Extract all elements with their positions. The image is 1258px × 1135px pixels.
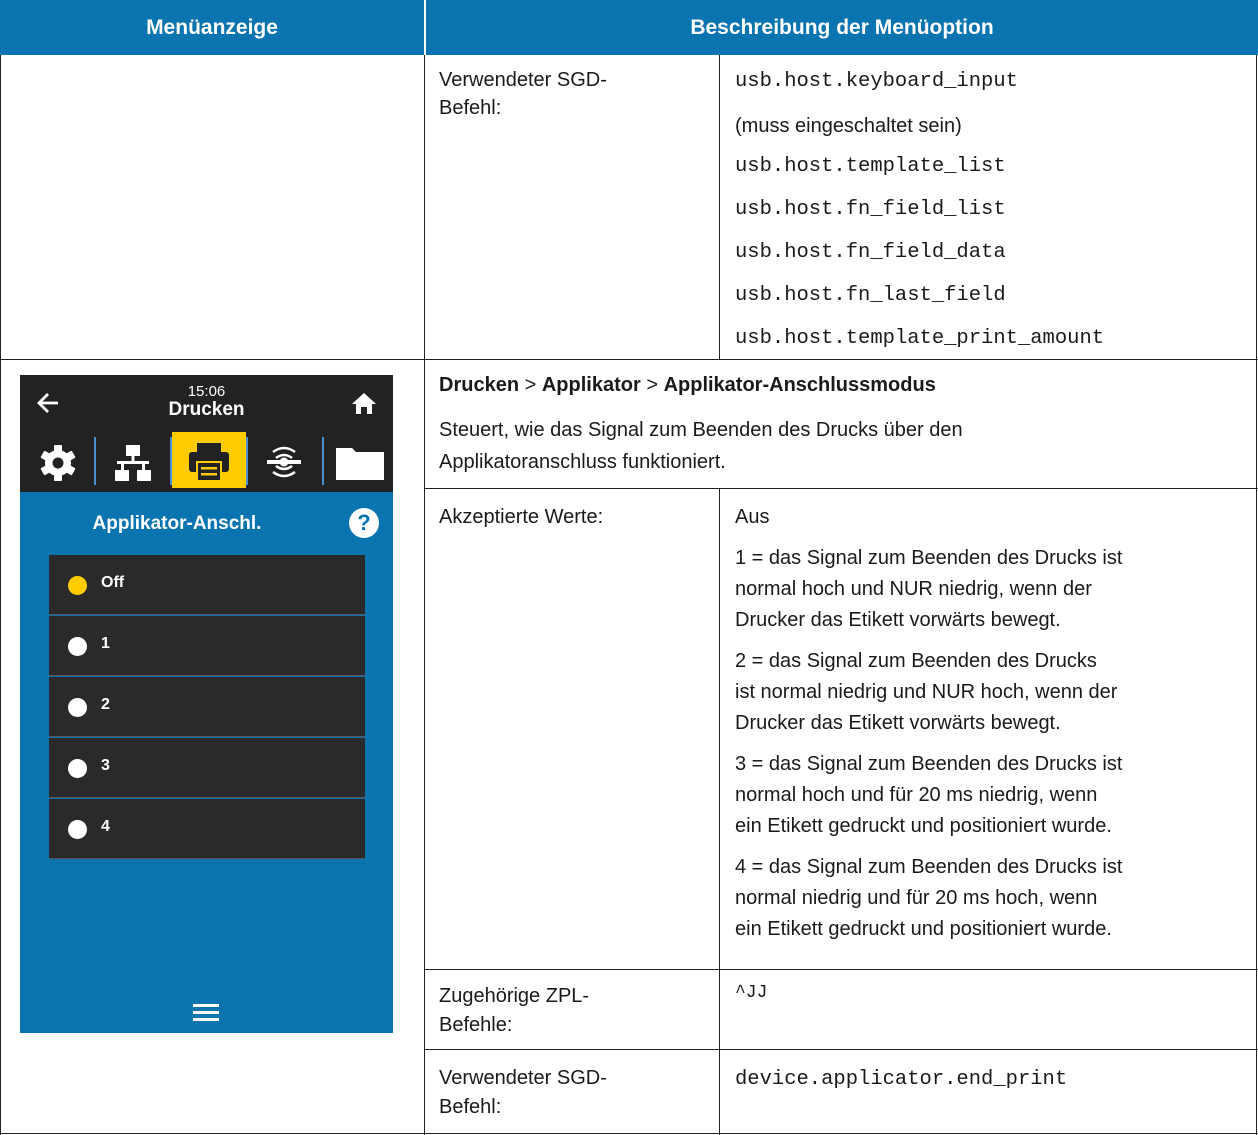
radio-icon: [68, 698, 87, 717]
accepted-value-aus: Aus: [735, 506, 770, 528]
sgd-value: usb.host.template_list: [735, 155, 1006, 178]
screen-title: Drucken: [168, 399, 245, 420]
zpl-commands-label: Zugehörige ZPL-: [439, 985, 590, 1007]
sgd-value: usb.host.template_print_amount: [735, 327, 1105, 350]
description-text: Steuert, wie das Signal zum Beenden des …: [439, 419, 963, 441]
option-label: 2: [101, 696, 110, 713]
zpl-top-border: [424, 969, 1258, 970]
menu-path-applikator: Applikator: [541, 374, 641, 396]
accepted-value-3-line2: normal hoch und für 20 ms niedrig, wenn: [735, 784, 1098, 806]
accepted-values-top-border: [424, 488, 1258, 489]
table-border-middle: [424, 55, 425, 1135]
menu-path-drucken: Drucken: [439, 374, 520, 396]
accepted-value-1-line3: Drucker das Etikett vorwärts bewegt.: [735, 609, 1061, 631]
storage-tab[interactable]: [324, 432, 393, 488]
network-icon: [115, 445, 151, 481]
radio-icon: [68, 820, 87, 839]
menu-title: Applikator-Anschl.: [92, 513, 262, 534]
menu-path-anschlussmodus: Applikator-Anschlussmodus: [663, 374, 936, 396]
wireless-tab[interactable]: [248, 432, 322, 488]
sgd-command-label-line2: Befehl:: [439, 97, 502, 119]
option-label: 3: [101, 757, 110, 774]
row1-bottom-border: [0, 359, 1258, 360]
accepted-value-3-line3: ein Etikett gedruckt und positioniert wu…: [735, 815, 1112, 837]
sgd-value: usb.host.fn_field_list: [735, 198, 1006, 221]
option-label: 1: [101, 635, 110, 652]
sgd-top-border: [424, 1049, 1258, 1050]
menu-path-separator: >: [646, 374, 658, 396]
row1-inner-divider: [719, 55, 720, 359]
sgd-command-label-line2: Befehl:: [439, 1096, 502, 1118]
accepted-value-1-line2: normal hoch und NUR niedrig, wenn der: [735, 578, 1092, 600]
sgd-value: device.applicator.end_print: [735, 1068, 1068, 1091]
sgd-note: (muss eingeschaltet sein): [735, 115, 962, 137]
sgd-command-label: Verwendeter SGD-: [439, 69, 607, 91]
table-border-right: [1256, 55, 1257, 1135]
accepted-value-4-line2: normal niedrig und für 20 ms hoch, wenn: [735, 887, 1098, 909]
option-label: Off: [101, 574, 125, 591]
menu-path: Drucken > Applikator > Applikator-Anschl…: [439, 371, 936, 399]
sgd-value: usb.host.keyboard_input: [735, 70, 1018, 93]
accepted-value-2-line3: Drucker das Etikett vorwärts bewegt.: [735, 712, 1061, 734]
row2-inner-divider: [719, 488, 720, 1135]
network-tab[interactable]: [96, 432, 170, 488]
option-label: 4: [101, 818, 110, 835]
option-4[interactable]: 4: [49, 799, 365, 859]
header-menu-display: Menüanzeige: [0, 0, 424, 55]
help-icon[interactable]: ?: [349, 508, 379, 538]
folder-icon: [336, 448, 384, 480]
menu-path-separator: >: [524, 374, 537, 396]
gear-icon: [40, 445, 76, 481]
accepted-value-3: 3 = das Signal zum Beenden des Drucks is…: [735, 753, 1123, 775]
table-border-bottom: [0, 1133, 1258, 1134]
hamburger-menu-icon[interactable]: [193, 1002, 219, 1022]
radio-icon: [68, 759, 87, 778]
accepted-value-4-line3: ein Etikett gedruckt und positioniert wu…: [735, 918, 1112, 940]
option-3[interactable]: 3: [49, 738, 365, 798]
description-text-line2: Applikatoranschluss funktioniert.: [439, 451, 726, 473]
option-off[interactable]: Off: [49, 555, 365, 615]
print-tab-active[interactable]: [172, 432, 246, 488]
accepted-value-4: 4 = das Signal zum Beenden des Drucks is…: [735, 856, 1123, 878]
accepted-value-2: 2 = das Signal zum Beenden des Drucks: [735, 650, 1097, 672]
header-menu-description: Beschreibung der Menüoption: [426, 0, 1258, 55]
sgd-value: usb.host.fn_field_data: [735, 241, 1006, 264]
settings-tab[interactable]: [20, 432, 94, 488]
radio-selected-icon: [68, 576, 87, 595]
option-1[interactable]: 1: [49, 616, 365, 676]
wireless-icon: [267, 446, 301, 478]
radio-icon: [68, 637, 87, 656]
table-border-left: [0, 55, 1, 1135]
option-2[interactable]: 2: [49, 677, 365, 737]
zpl-commands-label-line2: Befehle:: [439, 1014, 513, 1036]
clock-time: 15:06: [187, 383, 226, 400]
printer-display: 15:06 Drucken Applikator-Anschl. ? Off 1…: [20, 375, 393, 1033]
accepted-values-label: Akzeptierte Werte:: [439, 506, 604, 528]
printer-icon: [189, 443, 229, 482]
sgd-command-label: Verwendeter SGD-: [439, 1067, 607, 1089]
zpl-value: ^JJ: [735, 983, 768, 1003]
accepted-value-2-line2: ist normal niedrig und NUR hoch, wenn de…: [735, 681, 1118, 703]
sgd-value: usb.host.fn_last_field: [735, 284, 1006, 307]
home-icon[interactable]: [350, 389, 378, 417]
accepted-value-1: 1 = das Signal zum Beenden des Drucks is…: [735, 547, 1123, 569]
